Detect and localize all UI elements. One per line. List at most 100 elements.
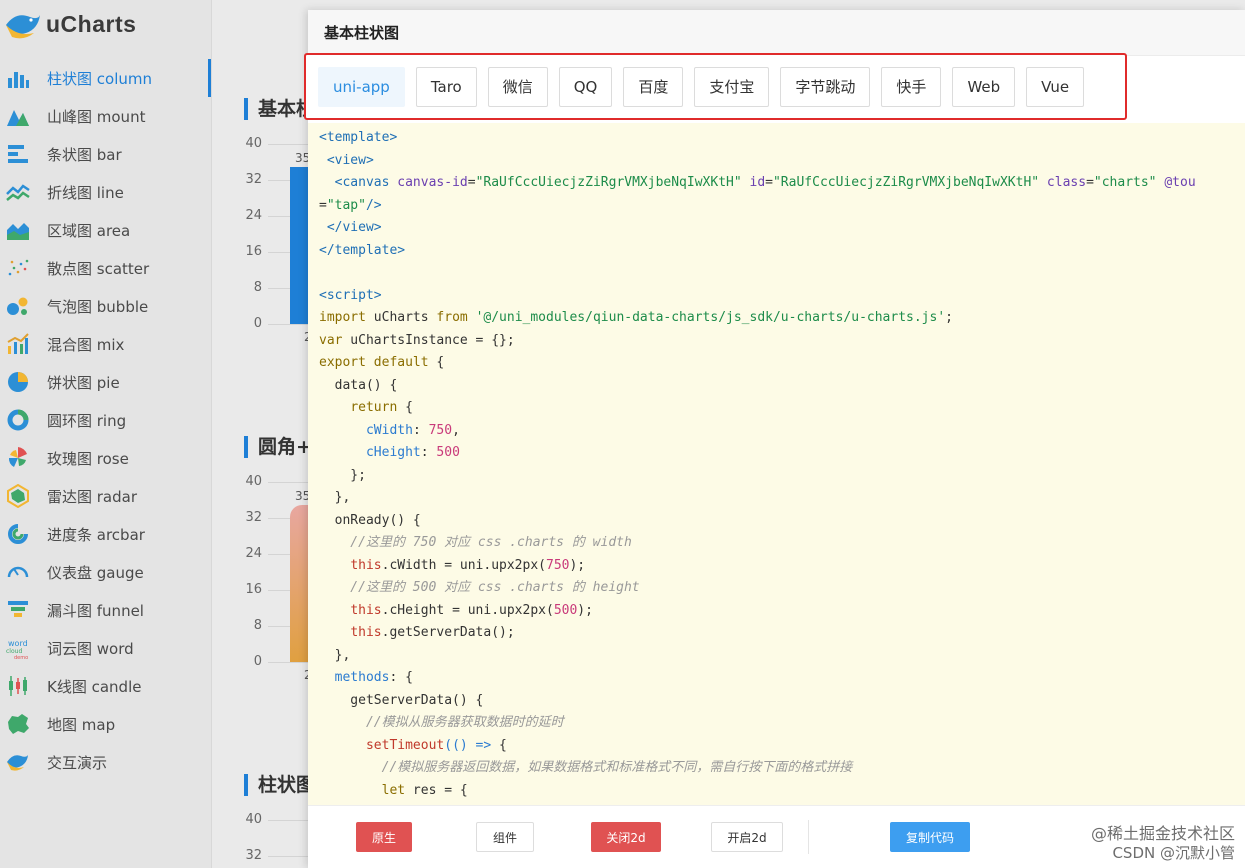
sidebar-item-ring[interactable]: 圆环图 ring: [0, 401, 211, 439]
svg-text:cloud: cloud: [6, 648, 22, 655]
map-chart-icon: [8, 714, 29, 734]
sidebar-item-candle[interactable]: K线图 candle: [0, 667, 211, 705]
code-token: </template>: [319, 242, 406, 258]
sidebar-item-label: 散点图 scatter: [47, 259, 150, 278]
tab-qq[interactable]: QQ: [558, 66, 613, 107]
code-token: },: [319, 647, 351, 663]
code-line: setTimeout(() => {: [319, 735, 1245, 758]
code-token: return: [350, 400, 398, 415]
code-line: };: [319, 465, 1245, 488]
code-view[interactable]: <template> <view> <canvas canvas-id="RaU…: [308, 123, 1245, 805]
sidebar-item-mountain[interactable]: 山峰图 mount: [0, 97, 211, 135]
app-logo[interactable]: uCharts: [0, 0, 211, 48]
sidebar-item-line[interactable]: 折线图 line: [0, 173, 211, 211]
code-token: ,: [452, 422, 460, 438]
code-line: this.getServerData();: [319, 622, 1245, 645]
sidebar-item-column[interactable]: 柱状图 column: [0, 59, 211, 97]
y-tick-label: 0: [253, 316, 262, 331]
sidebar-item-rose[interactable]: 玫瑰图 rose: [0, 439, 211, 477]
sidebar-item-bar[interactable]: 条状图 bar: [0, 135, 211, 173]
native-button[interactable]: 原生: [356, 822, 412, 852]
tab-platform-2[interactable]: 微信: [487, 66, 548, 107]
code-token: (() =>: [444, 737, 492, 753]
logo-bird-icon: [7, 755, 28, 771]
sidebar-item-funnel[interactable]: 漏斗图 funnel: [0, 591, 211, 629]
sidebar-item-label: 玫瑰图 rose: [47, 449, 129, 468]
sidebar-item-gauge[interactable]: 仪表盘 gauge: [0, 553, 211, 591]
sidebar-item-mix[interactable]: 混合图 mix: [0, 325, 211, 363]
code-line: <template>: [319, 127, 1245, 150]
tab-platform-7[interactable]: 快手: [881, 66, 942, 107]
code-token: //模拟从服务器获取数据时的延时: [319, 715, 564, 730]
tab-vue[interactable]: Vue: [1026, 66, 1085, 107]
code-token: );: [569, 557, 586, 573]
sidebar-item-label: 饼状图 pie: [47, 373, 120, 392]
line-chart-icon: [6, 184, 30, 201]
code-token: 500: [436, 445, 460, 460]
sidebar-item-pie[interactable]: 饼状图 pie: [0, 363, 211, 401]
code-token: "RaUfCccUiecjzZiRgrVMXjbeNqIwXKtH": [772, 175, 1040, 190]
sidebar-item-wordcloud[interactable]: word cloud demo 词云图 word: [0, 629, 211, 667]
code-token: <template>: [319, 130, 398, 145]
tab-web[interactable]: Web: [952, 66, 1016, 107]
code-token: setTimeout: [365, 737, 445, 753]
sidebar-item-label: 山峰图 mount: [47, 107, 146, 126]
code-line: cWidth: 750,: [319, 420, 1245, 443]
y-tick-label: 32: [245, 510, 262, 525]
code-token: 750: [546, 557, 570, 573]
sidebar-item-scatter[interactable]: 散点图 scatter: [0, 249, 211, 287]
sidebar-item-radar[interactable]: 雷达图 radar: [0, 477, 211, 515]
scatter-chart-icon: [8, 259, 29, 276]
sidebar-item-area[interactable]: 区域图 area: [0, 211, 211, 249]
code-line: getServerData() {: [319, 690, 1245, 713]
code-token: {: [428, 355, 445, 370]
y-tick-label: 8: [253, 280, 262, 295]
code-token: },: [319, 490, 351, 505]
component-button[interactable]: 组件: [476, 822, 534, 852]
code-token: 500: [553, 602, 578, 618]
code-token: };: [319, 467, 366, 483]
sidebar-item-label: 漏斗图 funnel: [47, 601, 144, 620]
sidebar-item-label: 区域图 area: [47, 221, 131, 240]
y-tick-label: 40: [245, 136, 262, 151]
code-token: uCharts: [365, 310, 437, 325]
code-line: </template>: [319, 240, 1245, 263]
sidebar-item-logo-bird[interactable]: 交互演示: [0, 743, 211, 781]
watermark-juejin: @稀土掘金技术社区: [1090, 824, 1235, 843]
code-line: //模拟服务器返回数据，如果数据格式和标准格式不同，需自行按下面的格式拼接: [319, 757, 1245, 780]
tab-platform-6[interactable]: 字节跳动: [780, 66, 871, 107]
tab-taro[interactable]: Taro: [415, 66, 477, 107]
sidebar-item-bubble[interactable]: 气泡图 bubble: [0, 287, 211, 325]
code-line: //模拟从服务器获取数据时的延时: [319, 712, 1245, 735]
code-token: "RaUfCccUiecjzZiRgrVMXjbeNqIwXKtH": [475, 175, 742, 190]
code-line: this.cHeight = uni.upx2px(500);: [319, 600, 1245, 623]
modal-footer: 原生 组件 关闭2d 开启2d 复制代码 @稀土掘金技术社区 CSDN @沉默小…: [308, 805, 1245, 868]
close-2d-button[interactable]: 关闭2d: [591, 822, 661, 852]
tab-uni-app[interactable]: uni-app: [318, 66, 405, 107]
sidebar-item-label: 交互演示: [47, 753, 108, 772]
tab-platform-5[interactable]: 支付宝: [694, 66, 770, 107]
code-token: let: [381, 782, 406, 798]
ring-chart-icon: [7, 409, 29, 431]
code-token: from: [436, 310, 468, 325]
code-token: />: [365, 197, 382, 213]
code-token: .cWidth = uni.upx2px(: [381, 557, 546, 573]
code-token: getServerData() {: [319, 692, 484, 708]
code-token: canvas-id: [397, 175, 468, 190]
open-2d-button[interactable]: 开启2d: [711, 822, 783, 852]
tab-platform-4[interactable]: 百度: [623, 66, 684, 107]
sidebar-item-arcbar[interactable]: 进度条 arcbar: [0, 515, 211, 553]
bar-chart-icon: [8, 145, 28, 163]
area-chart-icon: [7, 223, 29, 240]
footer-divider: [808, 820, 809, 854]
copy-code-button[interactable]: 复制代码: [890, 822, 970, 852]
sidebar-item-label: 气泡图 bubble: [47, 297, 149, 316]
sidebar-item-label: 进度条 arcbar: [47, 525, 145, 544]
rose-chart-icon: [8, 447, 27, 467]
code-line: export default {: [319, 352, 1245, 375]
sidebar-item-map[interactable]: 地图 map: [0, 705, 211, 743]
